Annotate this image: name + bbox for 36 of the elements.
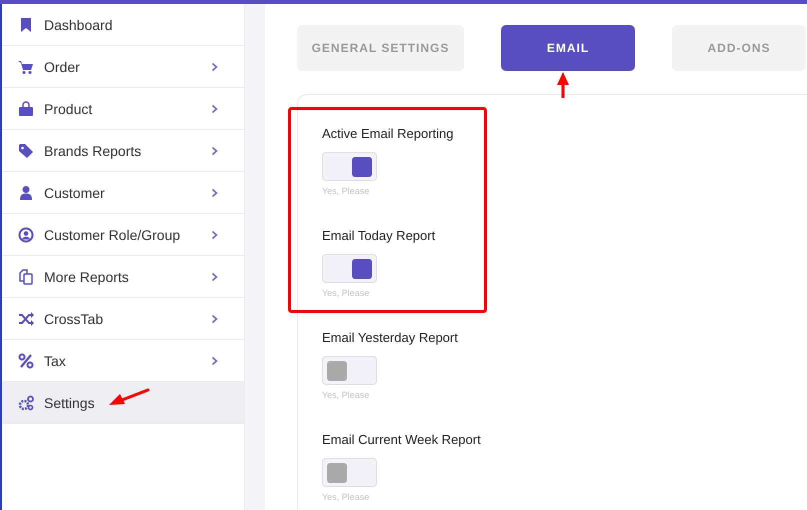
user-icon [18, 184, 34, 200]
toggle-switch[interactable] [322, 254, 377, 283]
toggle-switch[interactable] [322, 152, 377, 181]
menu-label: Customer Role/Group [44, 226, 180, 242]
menu-label: Brands Reports [44, 142, 142, 158]
toggle-switch[interactable] [322, 458, 377, 487]
toggle-switch[interactable] [322, 356, 377, 385]
gears-icon [18, 394, 34, 410]
setting-label: Email Yesterday Report [322, 330, 458, 345]
toggle-hint: Yes, Please [322, 390, 370, 400]
menu-label: Tax [44, 352, 66, 368]
menu-label: More Reports [44, 268, 129, 284]
user-circle-icon [18, 226, 34, 242]
copy-icon [18, 268, 34, 284]
bookmark-icon [18, 16, 34, 32]
arrow [556, 72, 570, 98]
setting-label: Active Email Reporting [322, 126, 454, 141]
bag-icon [18, 100, 34, 116]
menu-label: CrossTab [44, 310, 104, 326]
toggle-hint: Yes, Please [322, 288, 370, 298]
tag-icon [18, 142, 34, 158]
menu-label: Order [44, 58, 80, 74]
sidebar-item[interactable]: Settings [2, 382, 244, 424]
menu-label: Settings [44, 394, 95, 410]
setting-label: Email Today Report [322, 228, 436, 243]
arrow [108, 388, 150, 407]
toggle-hint: Yes, Please [322, 492, 370, 502]
menu-label: Dashboard [44, 16, 112, 32]
menu-label: Product [44, 100, 92, 116]
menu-label: Customer [44, 184, 105, 200]
toggle-hint: Yes, Please [322, 186, 370, 196]
setting-label: Email Current Week Report [322, 432, 481, 447]
tab[interactable]: EMAIL [501, 25, 635, 71]
percent-icon [18, 352, 34, 368]
shuffle-icon [18, 310, 34, 326]
cart-icon [18, 58, 34, 74]
